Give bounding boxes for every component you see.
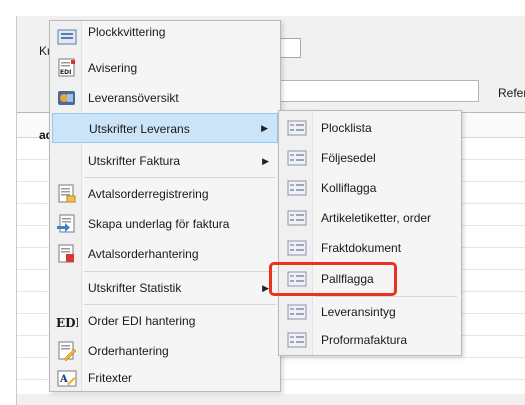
menu-item-utskrifter-statistik[interactable]: Utskrifter Statistik ▶ <box>52 273 278 303</box>
delivery-overview-icon <box>56 88 78 108</box>
submenu-item-plocklista[interactable]: Plocklista <box>281 113 459 143</box>
menu-separator <box>84 271 276 272</box>
submenu-item-label: Plocklista <box>321 121 372 135</box>
invoice-basis-icon <box>56 214 78 234</box>
menu-item-label: Order EDI hantering <box>88 314 196 328</box>
menu-item-label: Plockkvittering <box>88 25 166 39</box>
edi-text-icon: EDI <box>56 311 82 331</box>
submenu-item-foljesedel[interactable]: Följesedel <box>281 143 459 173</box>
contract-handling-icon <box>56 244 78 264</box>
menu-item-label: Skapa underlag för faktura <box>88 217 230 231</box>
menu-separator <box>84 304 276 305</box>
status-strip <box>17 394 525 405</box>
menu-item-label: Avisering <box>88 61 138 75</box>
submenu-item-proformafaktura[interactable]: Proformafaktura <box>281 325 459 355</box>
submenu-arrow-icon: ▶ <box>262 155 269 166</box>
report-icon <box>287 210 307 226</box>
submenu-arrow-icon: ▶ <box>261 122 268 133</box>
svg-text:EDI: EDI <box>60 69 71 76</box>
submenu-arrow-icon: ▶ <box>262 282 269 293</box>
submenu-item-fraktdokument[interactable]: Fraktdokument <box>281 233 459 263</box>
submenu-item-label: Proformafaktura <box>321 333 408 347</box>
menu-item-avisering[interactable]: EDI Avisering <box>52 53 278 83</box>
report-icon <box>287 180 307 196</box>
svg-text:EDI: EDI <box>56 316 78 330</box>
report-icon <box>287 120 307 136</box>
submenu-item-label: Följesedel <box>321 151 376 165</box>
menu-item-label: Utskrifter Statistik <box>88 281 182 295</box>
submenu-item-kolliflagga[interactable]: Kolliflagga <box>281 173 459 203</box>
submenu-item-leveransintyg[interactable]: Leveransintyg <box>281 297 459 327</box>
report-icon <box>287 304 307 320</box>
menu-item-label: Avtalsorderregistrering <box>88 187 209 201</box>
report-icon <box>287 150 307 166</box>
field-label-refer: Refer <box>498 86 525 100</box>
menu-item-label: Orderhantering <box>88 344 169 358</box>
context-menu: Plockkvittering EDI Avisering Leveransöv… <box>49 20 281 392</box>
submenu-item-label: Leveransintyg <box>321 305 396 319</box>
menu-item-orderhantering[interactable]: Orderhantering <box>52 336 278 366</box>
menu-item-avtalsorderhantering[interactable]: Avtalsorderhantering <box>52 239 278 269</box>
menu-item-label: Utskrifter Leverans <box>89 122 190 136</box>
edi-document-icon: EDI <box>56 58 78 78</box>
submenu-utskrifter-leverans: Plocklista Följesedel Kolliflagga Artike… <box>278 110 462 356</box>
menu-item-label: Leveransöversikt <box>88 91 179 105</box>
menu-item-label: Utskrifter Faktura <box>88 154 181 168</box>
free-text-icon: A <box>56 368 78 388</box>
menu-item-order-edi-hantering[interactable]: EDI Order EDI hantering <box>52 306 278 336</box>
highlight-annotation <box>269 262 397 296</box>
menu-item-utskrifter-faktura[interactable]: Utskrifter Faktura ▶ <box>52 146 278 176</box>
menu-item-label: Fritexter <box>88 371 133 385</box>
menu-item-avtalsorderregistrering[interactable]: Avtalsorderregistrering <box>52 179 278 209</box>
submenu-item-artikeletiketter-order[interactable]: Artikeletiketter, order <box>281 203 459 233</box>
menu-item-skapa-underlag-faktura[interactable]: Skapa underlag för faktura <box>52 209 278 239</box>
menu-item-fritexter[interactable]: A Fritexter <box>52 363 278 393</box>
svg-text:A: A <box>59 374 68 385</box>
contract-order-icon <box>56 184 78 204</box>
document-receipt-icon <box>56 26 78 46</box>
submenu-item-label: Artikeletiketter, order <box>321 211 432 225</box>
report-icon <box>287 332 307 348</box>
menu-item-plockkvittering[interactable]: Plockkvittering <box>52 21 278 51</box>
menu-item-leveransoversikt[interactable]: Leveransöversikt <box>52 83 278 113</box>
menu-item-utskrifter-leverans[interactable]: Utskrifter Leverans ▶ <box>52 113 278 143</box>
report-icon <box>287 240 307 256</box>
menu-item-label: Avtalsorderhantering <box>88 247 199 261</box>
submenu-item-label: Fraktdokument <box>321 241 402 255</box>
submenu-item-label: Kolliflagga <box>321 181 377 195</box>
menu-separator <box>84 177 276 178</box>
search-field[interactable] <box>269 80 479 102</box>
order-handling-icon <box>56 341 78 362</box>
